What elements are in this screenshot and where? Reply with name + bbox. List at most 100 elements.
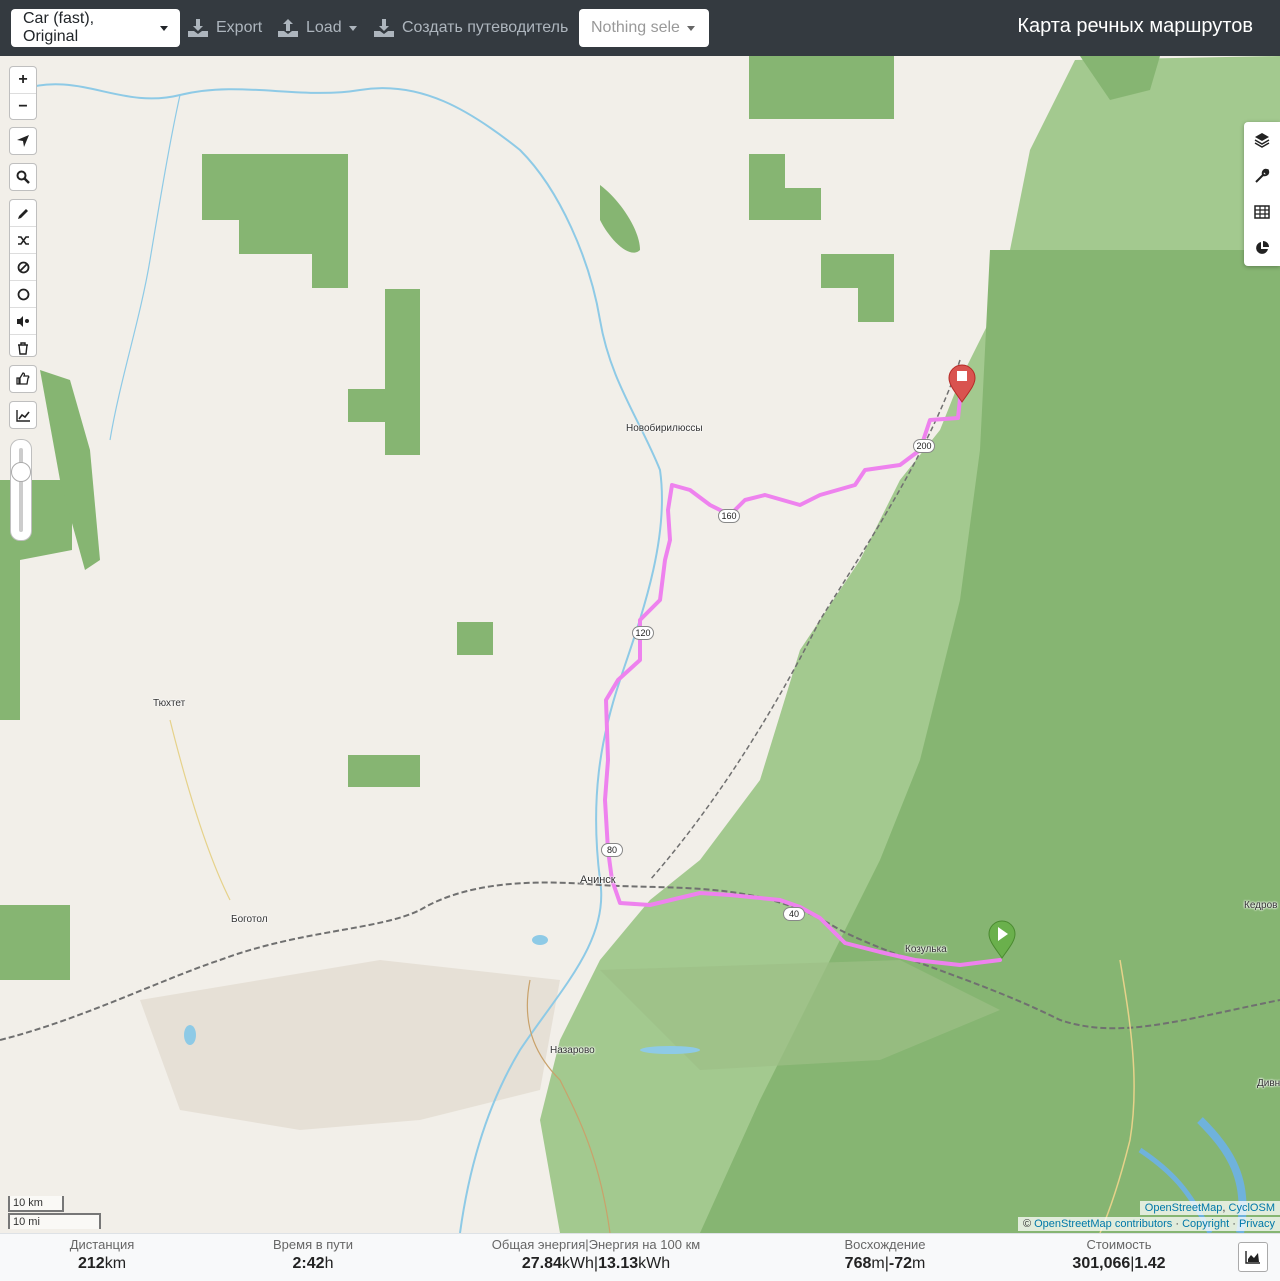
table-icon: [1254, 205, 1270, 219]
ascent-value: 768: [844, 1255, 872, 1272]
descent-unit: m: [911, 1255, 926, 1272]
end-marker[interactable]: [948, 364, 976, 403]
zoom-out-button[interactable]: −: [10, 94, 36, 120]
thumb-icon: [16, 372, 30, 385]
area-chart-icon: [1245, 1251, 1260, 1264]
scale-bar-mi: 10 mi: [8, 1213, 101, 1229]
cost-factor-value: 1.42: [1134, 1255, 1166, 1272]
create-guide-button[interactable]: Создать путеводитель: [374, 14, 568, 42]
trash-icon: [18, 341, 28, 355]
route-layer: [603, 364, 1016, 967]
distance-value: 212: [77, 1255, 105, 1272]
feedback-button[interactable]: [9, 365, 37, 393]
place-label: Дивн: [1257, 1078, 1280, 1089]
place-label: Кедров: [1244, 900, 1278, 911]
caret-down-icon: [160, 25, 168, 31]
no-entry-icon: [17, 261, 29, 273]
energy-stat: Общая энергия|Энергия на 100 км 27.84kWh…: [476, 1237, 716, 1273]
shuffle-icon: [17, 235, 29, 245]
load-dropdown[interactable]: Load: [278, 14, 357, 42]
app-title: Карта речных маршрутов: [1017, 15, 1253, 37]
statistics-button[interactable]: [1244, 230, 1280, 266]
travel-time-title: Время в пути: [273, 1237, 353, 1252]
ascent-stat: Восхождение 768m|-72m: [825, 1237, 945, 1273]
create-guide-label: Создать путеводитель: [402, 19, 569, 36]
draw-route-button[interactable]: [10, 200, 36, 227]
place-label: Тюхтет: [153, 698, 186, 709]
road-shield: 160: [718, 509, 740, 523]
slider-handle[interactable]: [11, 462, 31, 482]
start-marker[interactable]: [988, 920, 1016, 959]
circle-icon: [17, 288, 29, 300]
upload-icon: [278, 19, 298, 37]
circle-tool-button[interactable]: [10, 281, 36, 308]
pin-sound-icon: [17, 315, 29, 327]
energy-per-100km-unit: kWh: [638, 1255, 671, 1272]
right-toolbar: [1244, 122, 1280, 266]
osm-contributors-link[interactable]: OpenStreetMap contributors: [1034, 1218, 1172, 1230]
total-energy-value: 27.84: [521, 1255, 562, 1272]
place-label: Новобирилюссы: [626, 423, 703, 434]
locate-button[interactable]: [9, 127, 37, 155]
distance-title: Дистанция: [69, 1237, 135, 1252]
profile-dropdown[interactable]: Car (fast), Original: [11, 9, 180, 47]
descent-value: -72: [888, 1255, 912, 1272]
place-label: Ачинск: [580, 874, 616, 886]
profile-label: Car (fast), Original: [23, 10, 95, 45]
reverse-route-button[interactable]: [10, 227, 36, 254]
caret-down-icon: [686, 25, 695, 31]
distance-stat: Дистанция 212km: [52, 1237, 152, 1273]
draw-toolbar: [9, 199, 37, 357]
load-label: Load: [306, 19, 342, 36]
zoom-in-button[interactable]: +: [10, 67, 36, 94]
cost-stat: Стоимость 301,066|1.42: [1059, 1237, 1179, 1273]
place-label: Назарово: [550, 1045, 595, 1056]
travel-time-unit: h: [324, 1255, 334, 1272]
attribution-separator: ·: [1229, 1218, 1239, 1230]
selection-dropdown[interactable]: Nothing sele: [579, 9, 709, 47]
place-label: Боготол: [231, 914, 268, 925]
search-button[interactable]: [9, 163, 37, 191]
elevation-profile-button[interactable]: [1238, 1242, 1268, 1272]
route-stats-bar: Дистанция 212km Время в пути 2:42h Общая…: [0, 1233, 1280, 1281]
travel-time-value: 2:42: [292, 1255, 325, 1272]
map-attribution: © OpenStreetMap contributors · Copyright…: [1017, 1217, 1280, 1231]
cost-title: Стоимость: [1086, 1237, 1152, 1252]
search-icon: [16, 170, 30, 184]
privacy-link[interactable]: Privacy: [1239, 1218, 1275, 1230]
layers-icon: [1254, 133, 1270, 148]
ascent-title: Восхождение: [844, 1237, 926, 1252]
table-button[interactable]: [1244, 194, 1280, 230]
download-icon: [374, 19, 394, 37]
cyclosm-link[interactable]: CyclOSM: [1229, 1202, 1275, 1214]
road-shield: 200: [913, 439, 935, 453]
copyright-link[interactable]: Copyright: [1182, 1218, 1229, 1230]
scale-bar-km: 10 km: [8, 1196, 64, 1212]
tile-attribution: OpenStreetMap, CyclOSM: [1139, 1201, 1280, 1215]
top-navbar: Car (fast), Original Export Load Создать…: [0, 0, 1280, 56]
map-view[interactable]: Новобирилюссы Тюхтет Ачинск Боготол Козу…: [0, 56, 1280, 1233]
download-icon: [188, 19, 208, 37]
route-line[interactable]: [603, 378, 1002, 967]
delete-route-button[interactable]: [10, 335, 36, 361]
chart-icon: [15, 409, 30, 422]
opacity-slider[interactable]: [10, 439, 32, 541]
energy-per-100km-value: 13.13: [598, 1255, 639, 1272]
distance-unit: km: [104, 1255, 127, 1272]
nogo-area-button[interactable]: [10, 254, 36, 281]
caret-down-icon: [348, 25, 357, 31]
elevation-toggle-button[interactable]: [9, 401, 37, 429]
pie-chart-icon: [1256, 241, 1269, 254]
cost-value: 301,066: [1072, 1255, 1131, 1272]
export-button[interactable]: Export: [188, 14, 262, 42]
osm-link[interactable]: OpenStreetMap: [1145, 1202, 1223, 1214]
travel-time-stat: Время в пути 2:42h: [253, 1237, 373, 1273]
attribution-prefix: ©: [1022, 1218, 1035, 1230]
export-label: Export: [216, 19, 263, 36]
road-shield: 80: [601, 843, 623, 857]
settings-button[interactable]: [1244, 158, 1280, 194]
ascent-unit: m: [871, 1255, 885, 1272]
locate-icon: [17, 135, 29, 147]
layers-button[interactable]: [1244, 122, 1280, 158]
poi-button[interactable]: [10, 308, 36, 335]
